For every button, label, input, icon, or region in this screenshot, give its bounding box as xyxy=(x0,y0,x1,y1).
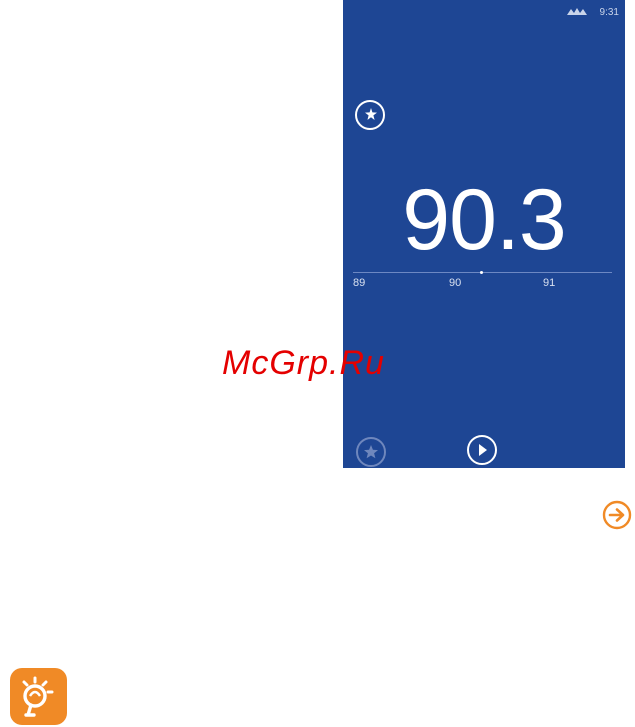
lightbulb-icon xyxy=(10,668,67,725)
tuner-tick-label: 91 xyxy=(543,277,556,289)
scan-stations-icon xyxy=(362,108,377,123)
frequency-tuner[interactable]: 89 90 91 xyxy=(353,262,612,302)
star-icon xyxy=(364,445,378,459)
status-time: 9:31 xyxy=(599,6,619,18)
tuner-tick-label: 90 xyxy=(449,277,462,289)
phone-screen: 9:31 90.3 89 90 91 xyxy=(343,0,625,468)
frequency-display: 90.3 xyxy=(402,172,566,268)
manual-page: 9:31 90.3 89 90 91 McGrp.Ru xyxy=(0,0,635,727)
arrow-right-circle-icon[interactable] xyxy=(602,500,632,530)
status-bar: 9:31 xyxy=(566,5,619,19)
signal-icon xyxy=(566,8,587,15)
play-button[interactable] xyxy=(467,435,497,465)
tuner-marker[interactable] xyxy=(480,271,483,274)
play-icon xyxy=(479,444,487,456)
scan-stations-button[interactable] xyxy=(355,100,385,130)
favorite-button[interactable] xyxy=(356,437,386,467)
tuner-tick-label: 89 xyxy=(353,277,366,289)
lightbulb-icon xyxy=(22,676,54,717)
